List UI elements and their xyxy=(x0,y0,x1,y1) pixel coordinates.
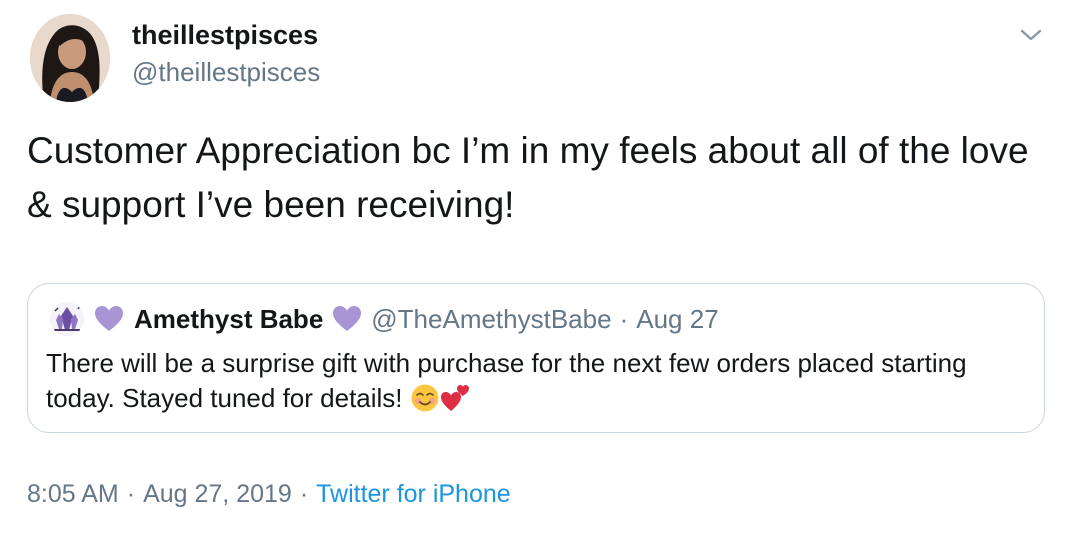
crystal-logo-icon[interactable] xyxy=(50,302,84,336)
tweet-text: Customer Appreciation bc I’m in my feels… xyxy=(27,130,1029,225)
quoted-tweet[interactable]: Amethyst Babe @TheAmethystBabe · Aug 27 … xyxy=(27,283,1045,433)
chevron-down-icon[interactable] xyxy=(1018,24,1044,46)
tweet-source-link[interactable]: Twitter for iPhone xyxy=(316,480,511,508)
quoted-tweet-date[interactable]: Aug 27 xyxy=(636,304,718,335)
two-hearts-icon xyxy=(440,383,470,413)
author-handle[interactable]: @theillestpisces xyxy=(132,57,320,88)
tweet-metadata: 8:05 AM · Aug 27, 2019 · Twitter for iPhone xyxy=(27,480,511,509)
quoted-tweet-header: Amethyst Babe @TheAmethystBabe · Aug 27 xyxy=(94,302,719,336)
quoted-author-handle[interactable]: @TheAmethystBabe xyxy=(371,304,611,335)
separator-dot: · xyxy=(299,480,309,508)
separator-dot: · xyxy=(619,303,629,334)
tweet-date[interactable]: Aug 27, 2019 xyxy=(143,480,292,508)
smiling-face-with-blush-icon xyxy=(410,383,440,413)
tweet-card: theillestpisces @theillestpisces Custome… xyxy=(0,0,1070,538)
purple-heart-icon xyxy=(332,305,362,333)
purple-heart-icon xyxy=(94,305,124,333)
separator-dot: · xyxy=(126,480,136,508)
quoted-author-name[interactable]: Amethyst Babe xyxy=(134,304,323,335)
author-name[interactable]: theillestpisces xyxy=(132,20,318,51)
quoted-tweet-text-block: There will be a surprise gift with purch… xyxy=(46,346,1026,416)
tweet-time[interactable]: 8:05 AM xyxy=(27,480,119,508)
quoted-tweet-text: There will be a surprise gift with purch… xyxy=(46,348,967,413)
avatar[interactable] xyxy=(30,14,110,102)
